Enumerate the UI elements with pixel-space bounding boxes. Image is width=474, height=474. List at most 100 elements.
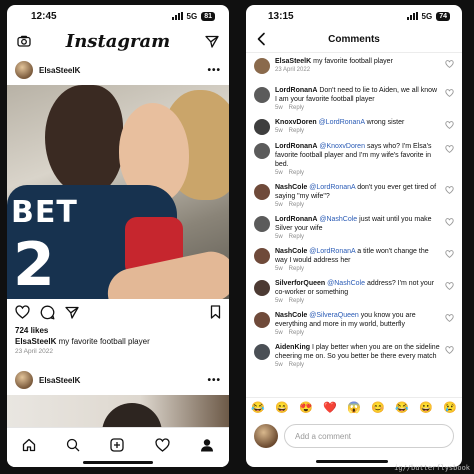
comment-like-heart-icon[interactable] bbox=[445, 121, 454, 129]
comment-meta: 5w Reply bbox=[275, 202, 440, 208]
comment-mention[interactable]: @NashCole bbox=[319, 216, 357, 223]
emoji-reaction-button[interactable]: 😊 bbox=[371, 401, 385, 414]
comment-age: 5w bbox=[275, 170, 283, 176]
avatar[interactable] bbox=[15, 61, 33, 79]
comment-username[interactable]: LordRonanA bbox=[275, 87, 317, 94]
reply-link[interactable]: Reply bbox=[289, 128, 304, 134]
comment-like-heart-icon[interactable] bbox=[445, 282, 454, 290]
avatar[interactable] bbox=[254, 344, 270, 360]
activity-heart-icon[interactable] bbox=[155, 437, 170, 452]
bookmark-icon[interactable] bbox=[210, 305, 221, 319]
more-options-icon[interactable]: ••• bbox=[207, 65, 221, 76]
comment-age: 5w bbox=[275, 266, 283, 272]
comment-icon[interactable] bbox=[40, 305, 55, 320]
emoji-reaction-button[interactable]: 😂 bbox=[251, 401, 265, 414]
emoji-reaction-button[interactable]: 😢 bbox=[443, 401, 457, 414]
emoji-reaction-button[interactable]: 😱 bbox=[347, 401, 361, 414]
reply-link[interactable]: Reply bbox=[289, 266, 304, 272]
comment-text: wrong sister bbox=[366, 119, 405, 126]
like-count[interactable]: 724 likes bbox=[7, 325, 229, 336]
camera-icon[interactable] bbox=[17, 35, 31, 47]
comment-item: LordRonanA @KnoxvDoren says who? I'm Els… bbox=[254, 142, 454, 176]
comment-item: NashCole @LordRonanA don't you ever get … bbox=[254, 183, 454, 208]
direct-message-icon[interactable] bbox=[205, 35, 219, 48]
avatar[interactable] bbox=[254, 58, 270, 74]
comment-like-heart-icon[interactable] bbox=[445, 60, 454, 68]
comment-meta: 5w Reply bbox=[275, 170, 440, 176]
comment-mention[interactable]: @LordRonanA bbox=[319, 119, 365, 126]
caption-username[interactable]: ElsaSteelK bbox=[15, 337, 56, 346]
home-icon[interactable] bbox=[22, 438, 36, 452]
comment-like-heart-icon[interactable] bbox=[445, 218, 454, 226]
status-time: 12:45 bbox=[31, 10, 57, 22]
comment-item: ElsaSteelK my favorite football player 23… bbox=[254, 57, 454, 74]
reply-link[interactable]: Reply bbox=[289, 298, 304, 304]
profile-icon[interactable] bbox=[200, 438, 214, 452]
reply-link[interactable]: Reply bbox=[289, 330, 304, 336]
share-icon[interactable] bbox=[65, 306, 79, 319]
avatar[interactable] bbox=[254, 248, 270, 264]
post-username[interactable]: ElsaSteelK bbox=[39, 66, 201, 75]
like-heart-icon[interactable] bbox=[15, 305, 30, 319]
comment-item: SilverforQueen @NashCole address? I'm no… bbox=[254, 279, 454, 304]
comment-like-heart-icon[interactable] bbox=[445, 314, 454, 322]
comment-like-heart-icon[interactable] bbox=[445, 145, 454, 153]
comment-item: NashCole @LordRonanA a title won't chang… bbox=[254, 247, 454, 272]
emoji-reaction-button[interactable]: ❤️ bbox=[323, 401, 337, 414]
avatar[interactable] bbox=[254, 87, 270, 103]
comment-username[interactable]: LordRonanA bbox=[275, 216, 317, 223]
more-options-icon[interactable]: ••• bbox=[207, 375, 221, 386]
back-chevron-icon[interactable] bbox=[256, 32, 266, 46]
avatar[interactable] bbox=[254, 119, 270, 135]
comment-age: 5w bbox=[275, 234, 283, 240]
reply-link[interactable]: Reply bbox=[289, 170, 304, 176]
emoji-reaction-button[interactable]: 😂 bbox=[395, 401, 409, 414]
comment-mention[interactable]: @LordRonanA bbox=[309, 184, 355, 191]
comment-username[interactable]: NashCole bbox=[275, 248, 307, 255]
post-date: 23 April 2022 bbox=[15, 348, 53, 355]
avatar bbox=[254, 424, 278, 448]
avatar[interactable] bbox=[254, 312, 270, 328]
comment-text: my favorite football player bbox=[313, 58, 393, 65]
avatar[interactable] bbox=[254, 143, 270, 159]
comment-mention[interactable]: @NashCole bbox=[327, 280, 365, 287]
comment-username[interactable]: NashCole bbox=[275, 184, 307, 191]
battery-indicator: 74 bbox=[436, 11, 450, 21]
emoji-reaction-button[interactable]: 😀 bbox=[419, 401, 433, 414]
comments-screen: 13:15 5G 74 Comments ElsaSteelK my favor… bbox=[246, 5, 462, 467]
avatar[interactable] bbox=[254, 184, 270, 200]
comment-like-heart-icon[interactable] bbox=[445, 346, 454, 354]
post-photo[interactable]: BET 2 bbox=[7, 85, 229, 299]
comment-mention[interactable]: @KnoxvDoren bbox=[319, 143, 365, 150]
emoji-reaction-button[interactable]: 😄 bbox=[275, 401, 289, 414]
reply-link[interactable]: Reply bbox=[289, 362, 304, 368]
avatar[interactable] bbox=[254, 280, 270, 296]
comment-like-heart-icon[interactable] bbox=[445, 250, 454, 258]
instagram-logo: Instagram bbox=[65, 30, 171, 52]
post-actions bbox=[7, 299, 229, 325]
comment-username[interactable]: ElsaSteelK bbox=[275, 58, 311, 65]
comment-username[interactable]: NashCole bbox=[275, 312, 307, 319]
comment-meta: 5w Reply bbox=[275, 128, 440, 134]
new-post-icon[interactable] bbox=[110, 437, 125, 452]
emoji-reaction-button[interactable]: 😍 bbox=[299, 401, 313, 414]
comment-username[interactable]: KnoxvDoren bbox=[275, 119, 317, 126]
reply-link[interactable]: Reply bbox=[289, 202, 304, 208]
comment-meta: 5w Reply bbox=[275, 266, 440, 272]
reply-link[interactable]: Reply bbox=[289, 105, 304, 111]
comment-username[interactable]: AidenKing bbox=[275, 344, 310, 351]
avatar[interactable] bbox=[254, 216, 270, 232]
comment-username[interactable]: SilverforQueen bbox=[275, 280, 325, 287]
comment-like-heart-icon[interactable] bbox=[445, 89, 454, 97]
reply-link[interactable]: Reply bbox=[289, 234, 304, 240]
comment-mention[interactable]: @LordRonanA bbox=[309, 248, 355, 255]
jersey-text: BET bbox=[11, 195, 78, 230]
comment-like-heart-icon[interactable] bbox=[445, 186, 454, 194]
comment-username[interactable]: LordRonanA bbox=[275, 143, 317, 150]
avatar[interactable] bbox=[15, 371, 33, 389]
post-username[interactable]: ElsaSteelK bbox=[39, 376, 201, 385]
search-icon[interactable] bbox=[66, 438, 80, 452]
status-bar: 13:15 5G 74 bbox=[246, 5, 462, 27]
add-comment-input[interactable]: Add a comment bbox=[284, 424, 454, 448]
comment-mention[interactable]: @SilveraQueen bbox=[309, 312, 359, 319]
